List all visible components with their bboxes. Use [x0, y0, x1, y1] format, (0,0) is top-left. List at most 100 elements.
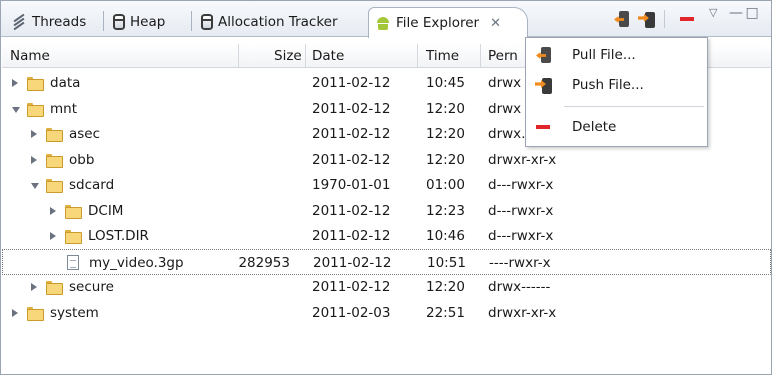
- cell-time: 12:20: [426, 100, 465, 117]
- cell-date: 2011-02-12: [312, 279, 391, 295]
- tab-heap-label: Heap: [130, 14, 166, 30]
- folder-icon: [46, 281, 63, 295]
- folder-row[interactable]: system 2011-02-03 22:51 drwxr-xr-x: [2, 300, 771, 326]
- chevron-right-icon[interactable]: [31, 130, 37, 138]
- heap-icon: [113, 14, 125, 30]
- menu-item-pull-file-label: Pull File...: [572, 47, 636, 63]
- menu-item-push-file[interactable]: Push File...: [526, 72, 707, 98]
- chevron-down-icon[interactable]: [12, 106, 20, 113]
- folder-icon: [46, 128, 63, 142]
- column-divider: [417, 44, 418, 68]
- chevron-right-icon[interactable]: [31, 283, 37, 291]
- delete-icon: [536, 125, 550, 129]
- cell-name: data: [50, 75, 81, 91]
- cell-date: 2011-02-12: [312, 228, 391, 244]
- column-divider: [480, 44, 481, 68]
- cell-time: 12:20: [426, 126, 465, 142]
- cell-name: DCIM: [88, 202, 124, 219]
- view-menu-icon[interactable]: ▽: [709, 6, 717, 19]
- tab-divider: [103, 11, 104, 31]
- folder-row[interactable]: secure 2011-02-12 12:20 drwx------: [2, 274, 771, 300]
- cell-time: 12:20: [426, 279, 465, 295]
- cell-permissions: d---rwxr-x: [488, 228, 554, 244]
- menu-item-push-file-label: Push File...: [572, 77, 644, 93]
- folder-icon: [46, 153, 63, 168]
- cell-size: 282953: [238, 254, 290, 271]
- chevron-down-icon[interactable]: [31, 183, 39, 189]
- push-file-icon: [638, 10, 656, 28]
- cell-date: 2011-02-12: [312, 151, 391, 168]
- toolbar-divider: [664, 10, 665, 28]
- tab-heap[interactable]: Heap: [107, 7, 171, 37]
- cell-permissions: ----rwxr-x: [489, 254, 551, 271]
- cell-time: 22:51: [426, 304, 465, 321]
- chevron-right-icon[interactable]: [12, 308, 18, 317]
- menu-item-delete[interactable]: Delete: [526, 114, 707, 140]
- cell-date: 2011-02-03: [312, 304, 391, 321]
- cell-name: sdcard: [69, 177, 115, 193]
- tab-threads[interactable]: Threads: [5, 7, 92, 37]
- cell-permissions: drwxr-xr-x: [488, 151, 557, 168]
- file-row[interactable]: my_video.3gp 282953 2011-02-12 10:51 ----rwx…: [2, 248, 771, 275]
- column-divider: [305, 44, 306, 68]
- folder-icon: [27, 102, 44, 117]
- menu-item-pull-file[interactable]: Pull File...: [526, 42, 707, 68]
- column-header-time[interactable]: Time: [426, 44, 459, 68]
- tab-divider: [191, 11, 192, 31]
- cell-time: 10:45: [426, 75, 465, 91]
- chevron-right-icon[interactable]: [50, 206, 56, 215]
- delete-button[interactable]: [677, 9, 697, 29]
- chevron-right-icon[interactable]: [12, 79, 18, 87]
- pull-file-button[interactable]: [612, 9, 632, 29]
- cell-date: 1970-01-01: [312, 177, 391, 193]
- minimize-maximize-icon[interactable]: — □: [729, 5, 759, 21]
- menu-item-delete-label: Delete: [572, 119, 617, 135]
- cell-permissions: drwxr-xr-x: [488, 304, 557, 321]
- delete-icon: [680, 17, 694, 21]
- android-icon: [375, 15, 391, 31]
- folder-row[interactable]: LOST.DIR 2011-02-12 10:46 d---rwxr-x: [2, 223, 771, 249]
- tab-allocation-tracker[interactable]: Allocation Tracker: [195, 7, 344, 37]
- folder-icon: [27, 306, 44, 321]
- cell-name: LOST.DIR: [88, 228, 149, 244]
- cell-name: secure: [69, 279, 114, 295]
- cell-date: 2011-02-12: [313, 254, 392, 271]
- cell-name: mnt: [50, 100, 77, 117]
- folder-row[interactable]: obb 2011-02-12 12:20 drwxr-xr-x: [2, 147, 771, 173]
- column-divider: [238, 44, 239, 68]
- cell-time: 01:00: [426, 177, 465, 193]
- cell-permissions: drwx------: [488, 279, 551, 295]
- column-header-date[interactable]: Date: [312, 44, 344, 68]
- push-file-button[interactable]: [637, 9, 657, 29]
- cell-time: 12:20: [426, 151, 465, 168]
- column-header-size[interactable]: Size: [274, 44, 302, 68]
- cell-date: 2011-02-12: [312, 100, 391, 117]
- cell-name: asec: [69, 126, 101, 142]
- folder-icon: [46, 179, 63, 193]
- chevron-right-icon[interactable]: [50, 232, 56, 240]
- view-tab-bar: Threads Heap Allocation Tracker File Exp…: [1, 1, 771, 38]
- cell-permissions: drwx: [488, 100, 522, 117]
- cell-date: 2011-02-12: [312, 126, 391, 142]
- folder-row[interactable]: sdcard 1970-01-01 01:00 d---rwxr-x: [2, 172, 771, 198]
- folder-icon: [27, 77, 44, 91]
- pull-file-icon: [613, 10, 631, 28]
- close-icon[interactable]: ✕: [490, 16, 501, 31]
- folder-row[interactable]: DCIM 2011-02-12 12:23 d---rwxr-x: [2, 198, 771, 224]
- pull-file-icon: [535, 46, 553, 64]
- cell-time: 10:46: [426, 228, 465, 244]
- cell-time: 10:51: [427, 254, 466, 271]
- tab-file-explorer-label: File Explorer: [396, 15, 480, 31]
- cell-permissions: d---rwxr-x: [488, 202, 554, 219]
- chevron-right-icon[interactable]: [31, 155, 37, 164]
- tab-file-explorer[interactable]: File Explorer ✕: [368, 7, 528, 38]
- column-header-permissions[interactable]: Pern: [488, 44, 518, 68]
- folder-icon: [65, 204, 82, 219]
- cell-permissions: d---rwxr-x: [488, 177, 554, 193]
- cell-permissions: drwx: [488, 75, 522, 91]
- column-header-name[interactable]: Name: [10, 44, 50, 68]
- folder-icon: [65, 230, 82, 244]
- push-file-icon: [535, 76, 553, 94]
- menu-separator: [564, 106, 704, 107]
- cell-date: 2011-02-12: [312, 75, 391, 91]
